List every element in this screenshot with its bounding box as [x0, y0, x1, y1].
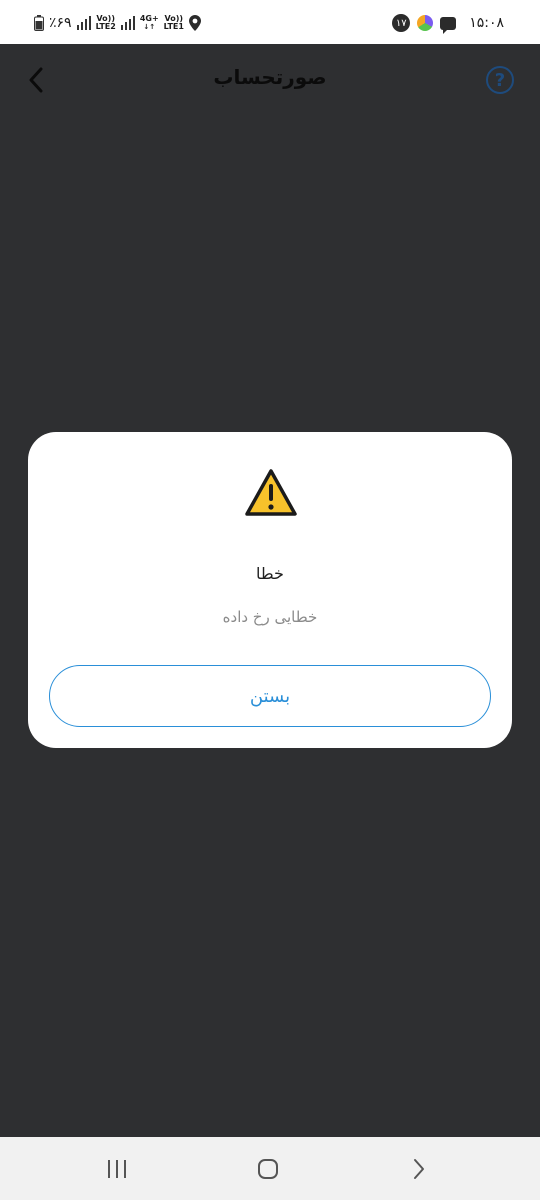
home-icon [258, 1159, 278, 1179]
close-button[interactable]: بستن [49, 665, 491, 727]
battery-percent: ٪۶۹ [49, 15, 72, 31]
status-right: ۱۷ ۱۵:۰۸ [392, 12, 504, 34]
app-notification-icon [417, 15, 434, 31]
status-bar: ٪۶۹ Vo)) LTE2 4G+ ↓↑ Vo)) LTE1 ۱۷ ۱۵:۰۸ [0, 0, 540, 44]
home-button[interactable] [252, 1153, 284, 1185]
dialog-title: خطا [256, 564, 284, 583]
navigation-bar [0, 1137, 540, 1200]
question-circle-icon: ? [494, 69, 506, 91]
help-button[interactable]: ? [486, 66, 514, 94]
clock: ۱۵:۰۸ [469, 15, 504, 31]
battery-icon [34, 15, 44, 31]
recent-apps-icon [108, 1160, 126, 1178]
network-lte2: Vo)) LTE2 [95, 14, 116, 31]
signal-icon [120, 16, 135, 30]
back-nav-button[interactable] [403, 1153, 435, 1185]
warning-triangle-icon [245, 469, 297, 516]
status-left: ٪۶۹ Vo)) LTE2 4G+ ↓↑ Vo)) LTE1 [34, 12, 201, 34]
dialog-message: خطایی رخ داده [222, 608, 318, 626]
screen: ٪۶۹ Vo)) LTE2 4G+ ↓↑ Vo)) LTE1 ۱۷ ۱۵:۰۸ … [0, 0, 540, 1200]
error-dialog: خطا خطایی رخ داده بستن [28, 432, 512, 748]
location-icon [188, 15, 201, 31]
chat-icon [440, 16, 457, 34]
recent-apps-button[interactable] [101, 1153, 133, 1185]
network-lte1: Vo)) LTE1 [163, 14, 184, 31]
signal-icon [76, 16, 91, 30]
notification-count-badge: ۱۷ [392, 14, 411, 32]
app-bar: صورتحساب ? [0, 44, 540, 116]
chevron-right-icon [414, 1159, 424, 1179]
page-title: صورتحساب [213, 65, 327, 89]
network-4g: 4G+ ↓↑ [139, 14, 159, 32]
